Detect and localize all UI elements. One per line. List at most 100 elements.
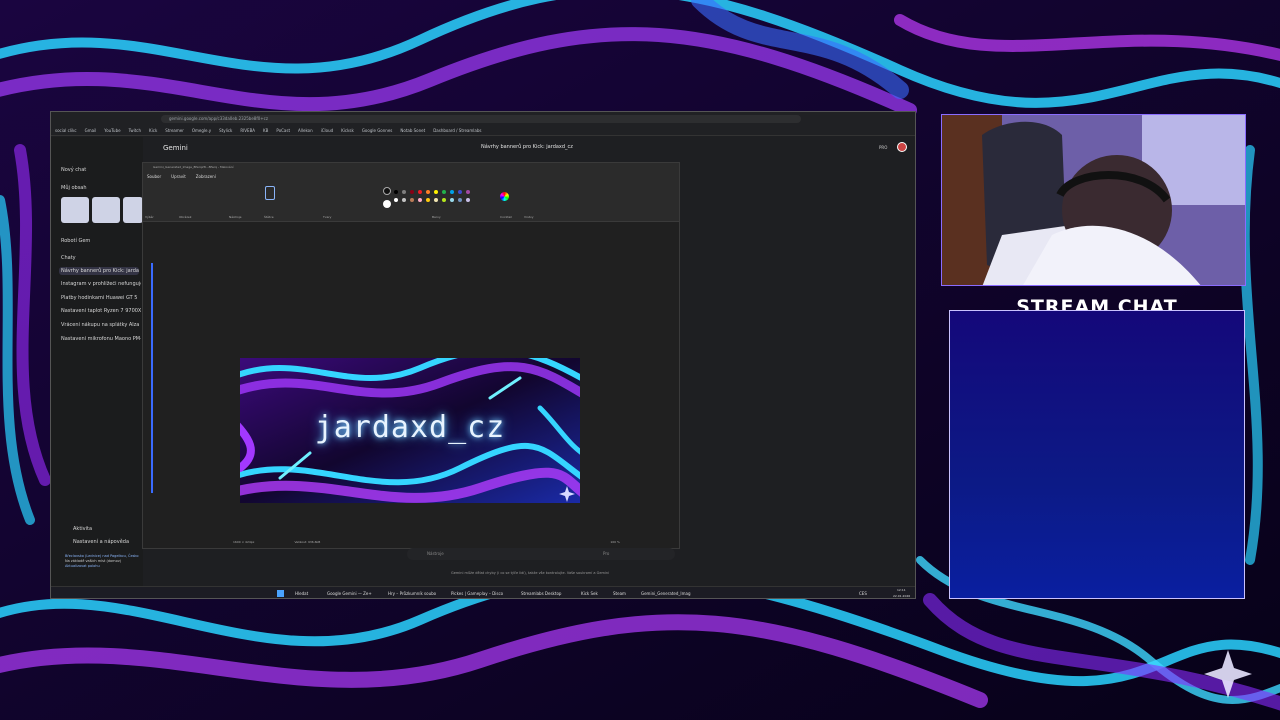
taskbar-item[interactable]: Hry – Průzkumník soubo: [388, 591, 436, 596]
bookmark-item[interactable]: Dashboard / Streamlabs: [433, 128, 481, 133]
color-swatch[interactable]: [442, 198, 446, 202]
chat-item[interactable]: Platby hodinkami Huawei GT 5: [61, 295, 141, 301]
bookmark-item[interactable]: Gmail: [85, 128, 97, 133]
bookmark-item[interactable]: Kicksk: [341, 128, 354, 133]
bookmark-item[interactable]: Streamer: [165, 128, 184, 133]
bookmark-item[interactable]: Allekon: [298, 128, 313, 133]
content-thumbnail[interactable]: [61, 197, 89, 223]
ribbon-label: Tvary: [323, 215, 332, 219]
bookmark-item[interactable]: PoCast: [276, 128, 290, 133]
brush-icon[interactable]: [265, 186, 275, 200]
taskbar-item[interactable]: Steam: [613, 591, 626, 596]
browser-address-bar[interactable]: gemini.google.com/app/c33da0eb.2325be8f0…: [51, 112, 915, 126]
gemini-prompt-input[interactable]: Nástroje Pro: [407, 548, 675, 560]
bookmark-item[interactable]: social clikc: [55, 128, 77, 133]
menu-view[interactable]: Zobrazení: [196, 174, 216, 179]
bookmark-item[interactable]: KB: [263, 128, 268, 133]
color-picker-icon[interactable]: [500, 192, 509, 201]
ribbon-label: Obrázek: [179, 215, 192, 219]
color-swatch[interactable]: [442, 190, 446, 194]
ribbon-label: Štětce: [264, 215, 274, 219]
bookmark-item[interactable]: Omegle.y: [192, 128, 211, 133]
update-location-link[interactable]: Aktualizovat polohu: [65, 564, 155, 569]
chat-item-active[interactable]: Návrhy bannerů pro Kick: jardaxd_cz: [59, 267, 139, 275]
color-swatch[interactable]: [402, 190, 406, 194]
language-indicator[interactable]: CES: [859, 591, 867, 596]
banner-text: jardaxd_cz: [314, 410, 506, 445]
taskbar-item[interactable]: Gemini_Generated_Imag: [641, 591, 691, 596]
gem-item[interactable]: Robotí Gem: [61, 238, 90, 244]
clock-time[interactable]: 12:11: [897, 588, 906, 592]
taskbar-search[interactable]: Hledat: [295, 591, 308, 596]
color-swatch[interactable]: [410, 190, 414, 194]
bookmarks-bar: social clikc Gmail YouTube Twitch Kick S…: [51, 126, 915, 136]
zoom-level[interactable]: 100 %: [610, 540, 620, 544]
ribbon-label: Cocktail: [500, 215, 512, 219]
color-swatch[interactable]: [434, 190, 438, 194]
gemini-sidebar: Nový chat Můj obsah Robotí Gem Chaty Náv…: [51, 137, 143, 598]
bookmark-item[interactable]: RIVEBA: [240, 128, 255, 133]
zoom-slider[interactable]: [151, 263, 153, 493]
taskbar-item[interactable]: Pickes | Gameplay – Disco: [451, 591, 503, 596]
url-field[interactable]: gemini.google.com/app/c33da0eb.2325be8f0…: [161, 115, 801, 123]
mode-selector[interactable]: Pro: [603, 548, 609, 560]
menu-edit[interactable]: Upravit: [171, 174, 186, 179]
color-swatch[interactable]: [394, 198, 398, 202]
taskbar-item[interactable]: Streamlabs Desktop: [521, 591, 561, 596]
avatar[interactable]: [897, 142, 907, 152]
ribbon-label: Výběr: [145, 215, 154, 219]
color-swatch[interactable]: [458, 190, 462, 194]
bookmark-item[interactable]: Notab Sonet: [400, 128, 425, 133]
color-swatch[interactable]: [418, 190, 422, 194]
color-swatch[interactable]: [394, 190, 398, 194]
ribbon-label: Nástroje: [229, 215, 242, 219]
bookmark-item[interactable]: Twitch: [129, 128, 141, 133]
banner-image[interactable]: jardaxd_cz: [240, 358, 580, 503]
settings-link[interactable]: Nastavení a nápověda: [73, 539, 129, 545]
menu-file[interactable]: Soubor: [147, 174, 161, 179]
pro-badge: PRO: [879, 145, 888, 150]
primary-color-swatch[interactable]: [383, 187, 391, 195]
chat-item[interactable]: Nastavení taplot Ryzen 7 9700X 8X: [61, 308, 141, 314]
conversation-title[interactable]: Návrhy bannerů pro Kick: jardaxd_cz: [481, 144, 573, 150]
taskbar-item[interactable]: Kick Sek: [581, 591, 598, 596]
bookmark-item[interactable]: YouTube: [104, 128, 120, 133]
paint-window: Gemini_Generated_Image_8fwrq28...8fwrq -…: [142, 162, 680, 549]
color-swatch[interactable]: [450, 190, 454, 194]
file-size: Velikost: 936.6kB: [294, 540, 321, 544]
bookmark-item[interactable]: Google Gonnes: [362, 128, 393, 133]
color-swatch[interactable]: [466, 190, 470, 194]
color-swatch[interactable]: [426, 190, 430, 194]
color-swatch[interactable]: [402, 198, 406, 202]
my-content-header: Můj obsah: [61, 185, 87, 191]
color-swatch[interactable]: [418, 198, 422, 202]
bookmark-item[interactable]: Stylick: [219, 128, 232, 133]
clock-date[interactable]: 22.01.2026: [893, 594, 910, 598]
color-swatch[interactable]: [434, 198, 438, 202]
ribbon-label: Barvy: [432, 215, 441, 219]
tools-button[interactable]: Nástroje: [427, 551, 444, 556]
app-title: Gemini: [163, 144, 188, 152]
disclaimer: Gemini může dělat chyby (i co se týče li…: [451, 571, 610, 575]
chat-item[interactable]: Vrácení nákupu na splátky Alza: [61, 322, 141, 328]
color-swatch[interactable]: [426, 198, 430, 202]
stream-chat-box: [949, 310, 1245, 599]
taskbar-item[interactable]: Google Gemini — Ze+: [327, 591, 372, 596]
chat-item[interactable]: Instagram v prohlížeči nefunguje: [61, 281, 141, 287]
paint-ribbon: Výběr Obrázek Nástroje Štětce Tvary Barv…: [143, 182, 679, 222]
secondary-color-swatch[interactable]: [383, 200, 391, 208]
windows-start-icon[interactable]: [277, 590, 284, 597]
paint-statusbar: 1600 × 424px Velikost: 936.6kB 100 %: [143, 537, 679, 547]
bookmark-item[interactable]: iCloud: [321, 128, 334, 133]
new-chat-button[interactable]: Nový chat: [61, 167, 86, 173]
activity-link[interactable]: Aktivita: [73, 526, 92, 532]
color-swatch[interactable]: [450, 198, 454, 202]
content-thumbnail[interactable]: [92, 197, 120, 223]
color-swatch[interactable]: [410, 198, 414, 202]
chat-item[interactable]: Nastavení mikrofonu Maono PM-42: [61, 336, 141, 342]
paint-title: Gemini_Generated_Image_8fwrq28...8fwrq -…: [143, 163, 679, 171]
color-swatch[interactable]: [458, 198, 462, 202]
bookmark-item[interactable]: Kick: [149, 128, 157, 133]
color-swatch[interactable]: [466, 198, 470, 202]
content-thumbnail[interactable]: [123, 197, 143, 223]
